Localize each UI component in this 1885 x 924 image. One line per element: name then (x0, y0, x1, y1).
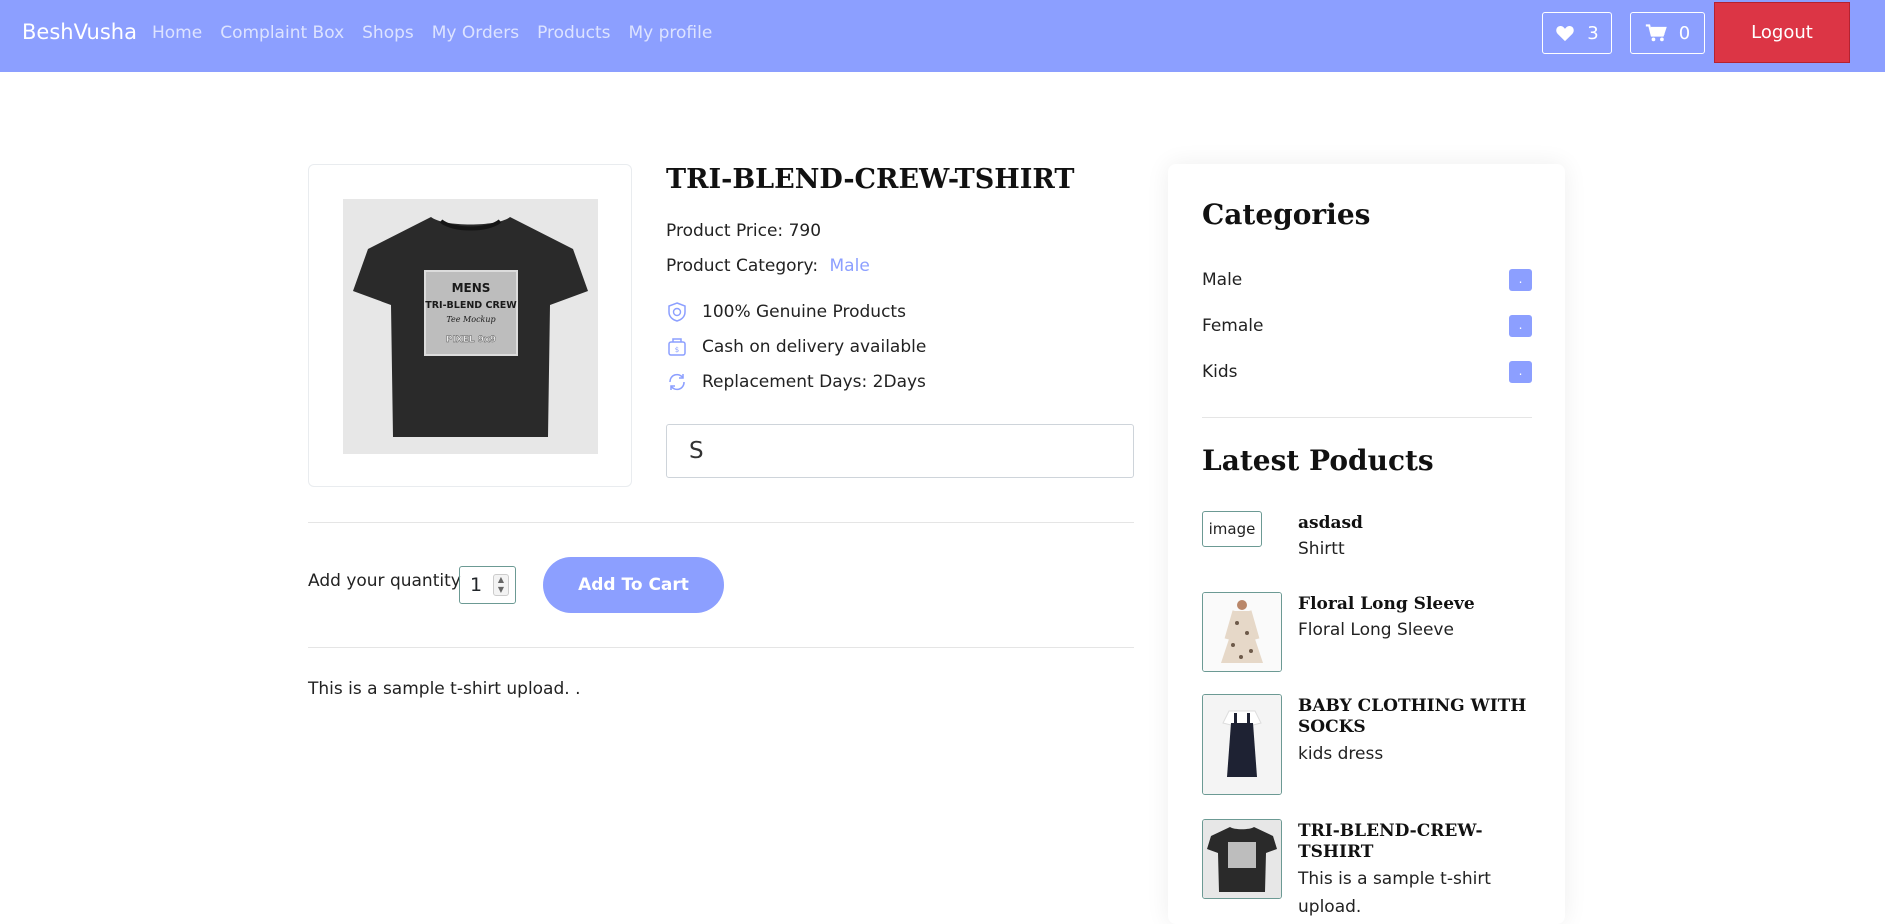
nav-link-products[interactable]: Products (537, 23, 610, 43)
latest-product-name[interactable]: BABY CLOTHING WITH SOCKS (1298, 696, 1534, 738)
nav-links: Home Complaint Box Shops My Orders Produ… (152, 23, 730, 43)
replacement-icon (666, 371, 688, 393)
feature-genuine-text: 100% Genuine Products (702, 302, 906, 322)
divider-bottom (308, 647, 1134, 648)
categories-heading: Categories (1202, 198, 1371, 231)
latest-product-name[interactable]: TRI-BLEND-CREW-TSHIRT (1298, 821, 1534, 863)
nav-link-shops[interactable]: Shops (362, 23, 414, 43)
category-name: Female (1202, 316, 1264, 336)
cart-count: 0 (1678, 22, 1691, 44)
category-item-male[interactable]: Male . (1202, 269, 1532, 291)
image-text-mens: MENS (452, 281, 491, 295)
floral-dress-image (1203, 593, 1281, 671)
product-description: This is a sample t-shirt upload. . (308, 679, 581, 699)
latest-product-item[interactable]: image asdasd Shirtt (1202, 511, 1532, 561)
product-image-card: MENS TRI-BLEND CREW Tee Mockup PIXEL 9x9 (308, 164, 632, 487)
nav-link-complaint-box[interactable]: Complaint Box (220, 23, 344, 43)
nav-link-my-orders[interactable]: My Orders (432, 23, 519, 43)
image-text-mockup: Tee Mockup (446, 315, 495, 324)
top-navbar: BeshVusha Home Complaint Box Shops My Or… (0, 0, 1885, 72)
product-image: MENS TRI-BLEND CREW Tee Mockup PIXEL 9x9 (343, 199, 598, 454)
product-thumbnail[interactable] (1202, 592, 1282, 672)
feature-genuine: 100% Genuine Products (666, 301, 906, 323)
latest-products-heading: Latest Poducts (1202, 444, 1434, 477)
category-item-kids[interactable]: Kids . (1202, 361, 1532, 383)
tshirt-thumbnail-image (1203, 820, 1281, 898)
brand-logo[interactable]: BeshVusha (22, 20, 137, 44)
feature-cod-text: Cash on delivery available (702, 337, 927, 357)
wishlist-count: 3 (1587, 22, 1599, 44)
category-link[interactable]: Male (830, 256, 870, 276)
shield-icon (666, 301, 688, 323)
wishlist-button[interactable]: 3 (1542, 12, 1612, 54)
image-text-triblend: TRI-BLEND CREW (425, 300, 517, 311)
cart-icon (1645, 23, 1667, 43)
latest-product-item[interactable]: Floral Long Sleeve Floral Long Sleeve (1202, 592, 1532, 672)
product-thumbnail[interactable] (1202, 694, 1282, 795)
sidebar: Categories Male . Female . Kids . Latest… (1168, 164, 1565, 924)
product-thumbnail[interactable] (1202, 819, 1282, 899)
size-select[interactable]: S (666, 424, 1134, 478)
quantity-value: 1 (470, 574, 483, 596)
category-name: Kids (1202, 362, 1238, 382)
nav-link-my-profile[interactable]: My profile (628, 23, 712, 43)
sidebar-divider (1202, 417, 1532, 418)
price-value: 790 (788, 221, 822, 241)
feature-replacement-text: Replacement Days: 2Days (702, 372, 926, 392)
heart-icon (1555, 24, 1575, 42)
latest-product-name[interactable]: Floral Long Sleeve (1298, 594, 1534, 615)
category-label: Product Category: (666, 256, 819, 276)
latest-product-item[interactable]: TRI-BLEND-CREW-TSHIRT This is a sample t… (1202, 819, 1534, 917)
quantity-label: Add your quantity (308, 571, 461, 591)
category-badge: . (1509, 315, 1532, 337)
baby-clothing-image (1203, 695, 1281, 794)
feature-replacement: Replacement Days: 2Days (666, 371, 926, 393)
product-thumbnail[interactable]: image (1202, 511, 1262, 547)
quantity-spin-icon[interactable]: ▲ ▼ (493, 574, 509, 596)
product-title: TRI-BLEND-CREW-TSHIRT (666, 164, 1075, 195)
product-price: Product Price: 790 (666, 221, 821, 241)
latest-product-desc: kids dress (1298, 744, 1384, 764)
latest-product-desc: Floral Long Sleeve (1298, 620, 1454, 640)
category-badge: . (1509, 269, 1532, 291)
latest-product-desc: This is a sample t-shirt upload. (1298, 869, 1491, 917)
quantity-stepper[interactable]: 1 ▲ ▼ (459, 566, 516, 604)
svg-text:$: $ (675, 346, 679, 354)
category-badge: . (1509, 361, 1532, 383)
price-label: Product Price: (666, 221, 784, 241)
latest-product-desc: Shirtt (1298, 539, 1345, 559)
image-text-pixel: PIXEL 9x9 (446, 335, 496, 345)
logout-button[interactable]: Logout (1714, 2, 1850, 63)
add-to-cart-button[interactable]: Add To Cart (543, 557, 724, 613)
product-category: Product Category: Male (666, 256, 870, 276)
feature-cod: $ Cash on delivery available (666, 336, 926, 358)
category-item-female[interactable]: Female . (1202, 315, 1532, 337)
category-name: Male (1202, 270, 1243, 290)
latest-product-name[interactable]: asdasd (1298, 513, 1534, 534)
divider-top (308, 522, 1134, 523)
latest-product-item[interactable]: BABY CLOTHING WITH SOCKS kids dress (1202, 694, 1532, 795)
cart-button[interactable]: 0 (1630, 12, 1705, 54)
cash-delivery-icon: $ (666, 336, 688, 358)
nav-link-home[interactable]: Home (152, 23, 202, 43)
